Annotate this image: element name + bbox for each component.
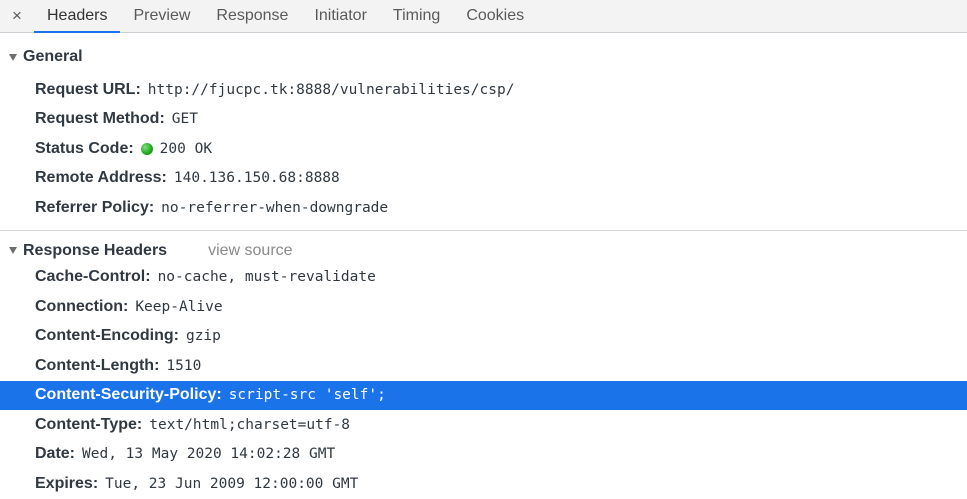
header-value: Wed, 13 May 2020 14:02:28 GMT [82,446,336,463]
triangle-down-icon[interactable] [9,53,17,61]
header-value: no-referrer-when-downgrade [161,199,389,216]
header-row-status-code[interactable]: Status Code: 200 OK [0,134,967,164]
close-icon[interactable]: × [0,0,34,32]
header-name: Cache-Control: [35,268,151,286]
header-value: 1510 [166,357,202,374]
triangle-down-icon[interactable] [9,247,17,254]
header-name: Content-Type: [35,415,143,433]
header-row-content-length[interactable]: Content-Length: 1510 [0,351,967,381]
devtools-tab-bar: × Headers Preview Response Initiator Tim… [0,0,967,33]
header-name: Date: [35,445,76,463]
header-value: text/html;charset=utf-8 [149,416,351,433]
header-value: 140.136.150.68:8888 [173,170,340,187]
header-value: Tue, 23 Jun 2009 12:00:00 GMT [105,475,359,492]
response-headers-title: Response Headers [23,241,168,259]
header-row-referrer-policy[interactable]: Referrer Policy: no-referrer-when-downgr… [0,193,967,223]
tab-initiator[interactable]: Initiator [301,0,379,32]
header-value: GET [171,111,198,128]
header-row-cache-control[interactable]: Cache-Control: no-cache, must-revalidate [0,263,967,293]
tab-timing[interactable]: Timing [380,0,453,32]
general-section-header[interactable]: General [0,37,967,77]
view-source-link[interactable]: view source [208,242,292,260]
response-rows: Cache-Control: no-cache, must-revalidate… [0,263,967,499]
general-rows: Request URL: http://fjucpc.tk:8888/vulne… [0,75,967,223]
header-name: Request Method: [35,110,165,128]
header-name: Remote Address: [35,169,167,187]
header-row-request-method[interactable]: Request Method: GET [0,105,967,135]
general-title: General [23,48,83,65]
header-name: Content-Security-Policy: [35,386,222,404]
header-value: 200 OK [159,140,213,157]
header-row-expires[interactable]: Expires: Tue, 23 Jun 2009 12:00:00 GMT [0,469,967,499]
header-value: http://fjucpc.tk:8888/vulnerabilities/cs… [147,81,515,98]
header-row-connection[interactable]: Connection: Keep-Alive [0,292,967,322]
status-ok-dot-icon [140,142,153,155]
tab-response[interactable]: Response [203,0,301,32]
header-row-remote-address[interactable]: Remote Address: 140.136.150.68:8888 [0,164,967,194]
header-row-content-security-policy[interactable]: Content-Security-Policy: script-src 'sel… [0,380,967,410]
header-name: Request URL: [35,80,141,98]
header-row-content-encoding[interactable]: Content-Encoding: gzip [0,322,967,352]
tab-headers[interactable]: Headers [34,0,121,33]
header-row-content-type[interactable]: Content-Type: text/html;charset=utf-8 [0,410,967,440]
header-name: Expires: [35,474,99,492]
header-row-date[interactable]: Date: Wed, 13 May 2020 14:02:28 GMT [0,440,967,470]
header-row-request-url[interactable]: Request URL: http://fjucpc.tk:8888/vulne… [0,75,967,105]
header-value: script-src 'self'; [228,387,386,404]
header-name: Referrer Policy: [35,198,155,216]
header-name: Status Code: [35,139,134,157]
header-name: Content-Length: [35,356,160,374]
header-value: Keep-Alive [135,298,223,315]
tab-cookies[interactable]: Cookies [453,0,537,32]
header-name: Content-Encoding: [35,327,179,345]
tab-preview[interactable]: Preview [120,0,203,32]
header-value: gzip [185,328,221,345]
header-value: no-cache, must-revalidate [157,269,376,286]
header-name: Connection: [35,297,129,315]
